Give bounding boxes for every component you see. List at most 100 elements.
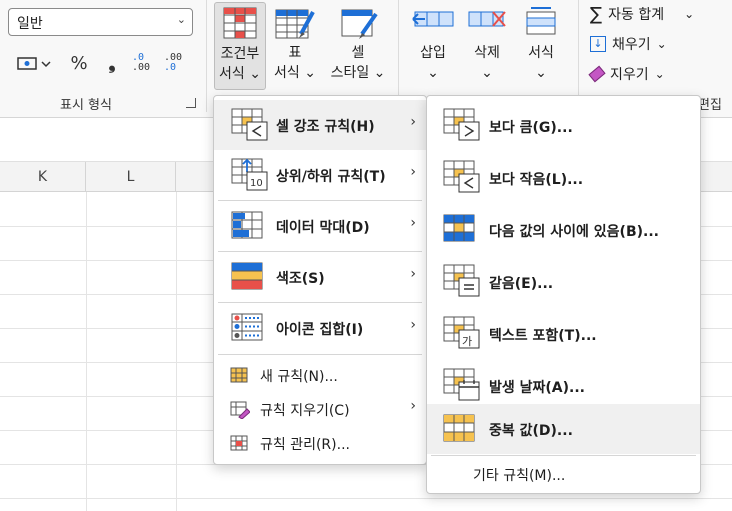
menu-item-color-scales[interactable]: 색조(S) › (214, 252, 426, 302)
menu-item-highlight-cells-rules[interactable]: 셀 강조 규칙(H) › (214, 100, 426, 150)
sigma-icon: ∑ (590, 3, 603, 25)
svg-text:10: 10 (250, 178, 263, 189)
menu-item-label: 셀 강조 규칙(H) (276, 119, 375, 135)
conditional-formatting-label-1: 조건부 (220, 46, 260, 62)
format-cells-label: 서식 (528, 45, 554, 61)
format-cells-button[interactable]: 서식 ⌄ (518, 2, 564, 90)
format-as-table-label-2: 서식 ⌄ (274, 65, 316, 81)
format-as-table-button[interactable]: 표 서식 ⌄ (270, 2, 320, 90)
insert-cells-icon (412, 11, 454, 27)
fill-button[interactable]: ↓ 채우기 ⌄ (590, 32, 667, 56)
format-cells-icon (526, 7, 556, 35)
eraser-icon (588, 65, 606, 83)
format-as-table-icon (275, 9, 315, 39)
insert-cells-label: 삽입 (420, 45, 446, 61)
icon-sets-icon (231, 313, 263, 341)
autosum-button[interactable]: ∑ 자동 합계 ⌄ (590, 2, 694, 26)
between-icon (443, 214, 475, 242)
chevron-right-icon: › (410, 215, 416, 231)
sub-item-duplicate-values[interactable]: 중복 값(D)... (427, 404, 700, 454)
comma-style-button[interactable]: ❟ (100, 50, 124, 76)
divider (206, 0, 207, 112)
highlight-cells-rules-icon (231, 108, 268, 141)
conditional-formatting-icon (223, 7, 257, 39)
menu-item-label: 상위/하위 규칙(T) (276, 169, 386, 185)
svg-text:가: 가 (462, 335, 472, 348)
chevron-right-icon: › (410, 317, 416, 333)
chevron-down-icon[interactable]: ⌄ (177, 13, 186, 26)
insert-cells-button[interactable]: 삽입 ⌄ (408, 2, 458, 90)
accounting-format-icon (17, 57, 51, 70)
sub-item-between[interactable]: 다음 값의 사이에 있음(B)... (427, 204, 700, 256)
comma-label: ❟ (108, 52, 116, 74)
sub-item-equal-to[interactable]: 같음(E)... (427, 256, 700, 308)
duplicate-values-icon (443, 414, 475, 442)
equal-to-icon (443, 264, 480, 297)
menu-item-label: 새 규칙(N)... (260, 369, 338, 385)
menu-item-label: 규칙 지우기(C) (260, 403, 350, 419)
top-bottom-rules-icon: 10 (231, 158, 268, 191)
greater-than-icon (443, 108, 480, 141)
sub-item-label: 같음(E)... (489, 276, 554, 292)
sub-item-more-rules[interactable]: 기타 규칙(M)... (427, 458, 700, 490)
decrease-decimal-bottom: .0 (164, 62, 177, 73)
sub-item-label: 다음 값의 사이에 있음(B)... (489, 224, 659, 240)
number-format-combo[interactable]: 일반 ⌄ (8, 8, 193, 36)
menu-item-label: 규칙 관리(R)... (260, 437, 350, 453)
delete-cells-icon (468, 11, 506, 27)
sub-item-text-contains[interactable]: 가 텍스트 포함(T)... (427, 308, 700, 360)
column-header-l[interactable]: L (86, 162, 176, 192)
chevron-down-icon: ⌄ (535, 65, 547, 81)
chevron-right-icon: › (410, 164, 416, 180)
gridline (0, 498, 732, 499)
menu-item-clear-rules[interactable]: 규칙 지우기(C) › (214, 392, 426, 426)
chevron-down-icon: ⌄ (684, 7, 695, 21)
autosum-label: 자동 합계 (608, 7, 665, 23)
menu-item-manage-rules[interactable]: 규칙 관리(R)... (214, 426, 426, 460)
fill-down-icon: ↓ (590, 36, 606, 52)
column-header-k[interactable]: K (0, 162, 86, 192)
menu-item-icon-sets[interactable]: 아이콘 집합(I) › (214, 303, 426, 353)
sub-item-label: 텍스트 포함(T)... (489, 328, 597, 344)
dialog-launcher-icon[interactable] (186, 98, 196, 108)
menu-item-top-bottom-rules[interactable]: 10 상위/하위 규칙(T) › (214, 150, 426, 200)
chevron-right-icon: › (410, 398, 416, 414)
delete-cells-button[interactable]: 삭제 ⌄ (464, 2, 510, 90)
conditional-formatting-menu: 셀 강조 규칙(H) › 10 상위/하위 규칙(T) › 데이터 막대(D) … (213, 95, 427, 465)
menu-item-label: 아이콘 집합(I) (276, 322, 364, 338)
menu-separator (218, 354, 422, 355)
menu-separator (431, 455, 696, 456)
sub-item-label: 발생 날짜(A)... (489, 380, 585, 396)
menu-item-data-bars[interactable]: 데이터 막대(D) › (214, 201, 426, 251)
highlight-cells-rules-submenu: 보다 큼(G)... 보다 작음(L)... 다음 값의 사이에 있음(B)..… (426, 95, 701, 494)
sub-item-greater-than[interactable]: 보다 큼(G)... (427, 100, 700, 152)
clear-button[interactable]: 지우기 ⌄ (588, 62, 665, 86)
date-occurring-icon (443, 368, 480, 401)
sub-item-less-than[interactable]: 보다 작음(L)... (427, 152, 700, 204)
chevron-right-icon: › (410, 266, 416, 282)
decrease-decimal-button[interactable]: .00 .0 (164, 50, 194, 76)
clear-rules-icon (230, 401, 250, 419)
menu-item-new-rule[interactable]: 새 규칙(N)... (214, 358, 426, 392)
menu-item-label: 색조(S) (276, 271, 325, 287)
percent-style-button[interactable]: % (64, 50, 94, 76)
cell-styles-icon (341, 9, 378, 39)
cell-styles-button[interactable]: 셀 스타일 ⌄ (326, 2, 390, 90)
sub-item-label: 보다 큼(G)... (489, 120, 573, 136)
cell-styles-label-2: 스타일 ⌄ (330, 65, 386, 81)
increase-decimal-button[interactable]: .0 .00 (132, 50, 162, 76)
chevron-right-icon: › (410, 114, 416, 130)
chevron-down-icon: ⌄ (481, 65, 493, 81)
conditional-formatting-label-2: 서식 ⌄ (219, 66, 261, 82)
fill-label: 채우기 (612, 37, 651, 53)
color-scales-icon (231, 262, 263, 290)
number-format-value: 일반 (17, 16, 43, 32)
conditional-formatting-button[interactable]: 조건부 서식 ⌄ (214, 2, 266, 90)
sub-item-label: 중복 값(D)... (489, 423, 573, 439)
number-group-label: 표시 형식 (60, 98, 112, 113)
data-bars-icon (231, 211, 263, 239)
sub-item-label: 보다 작음(L)... (489, 172, 584, 188)
accounting-format-button[interactable] (12, 50, 56, 76)
less-than-icon (443, 160, 480, 193)
manage-rules-icon (230, 435, 248, 451)
